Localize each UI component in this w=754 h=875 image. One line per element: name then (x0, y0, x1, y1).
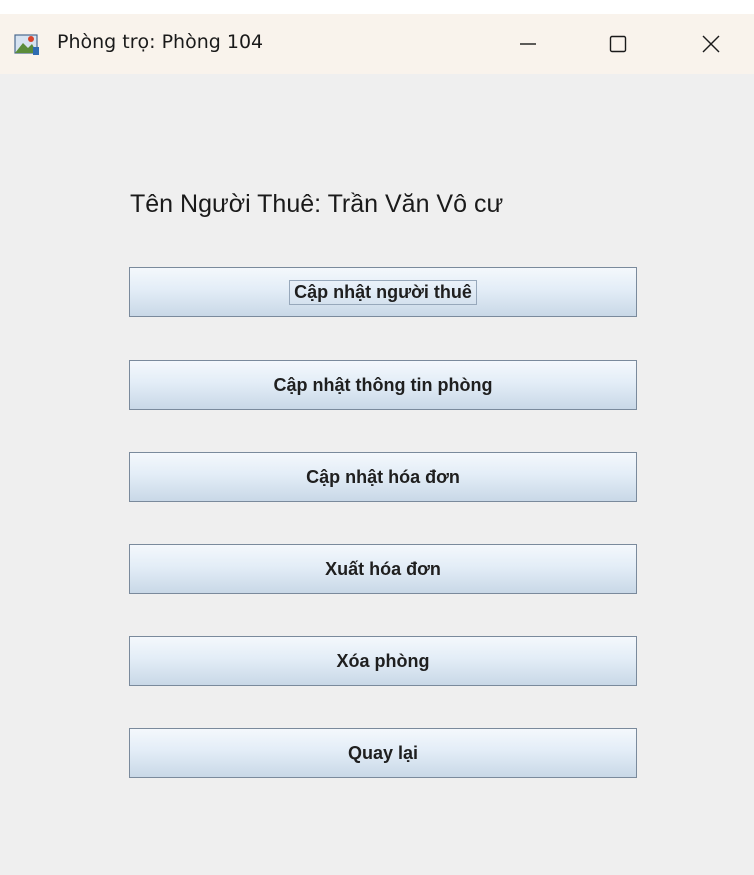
export-invoice-label: Xuất hóa đơn (325, 558, 441, 579)
top-edge (0, 0, 754, 14)
maximize-icon (608, 34, 628, 54)
tenant-name-heading: Tên Người Thuê: Trần Văn Vô cư (130, 190, 504, 218)
update-invoice-button[interactable]: Cập nhật hóa đơn (129, 452, 637, 502)
delete-room-label: Xóa phòng (336, 650, 430, 671)
back-button[interactable]: Quay lại (129, 728, 637, 778)
update-room-info-label: Cập nhật thông tin phòng (273, 374, 493, 395)
app-window: Phòng trọ: Phòng 104 Tên Người Thuê: Trầ… (0, 0, 754, 875)
update-tenant-label: Cập nhật người thuê (289, 279, 477, 305)
close-button[interactable] (668, 14, 754, 74)
update-room-info-button[interactable]: Cập nhật thông tin phòng (129, 360, 637, 410)
title-bar[interactable]: Phòng trọ: Phòng 104 (0, 14, 754, 74)
maximize-button[interactable] (578, 14, 658, 74)
back-label: Quay lại (347, 742, 419, 763)
window-title: Phòng trọ: Phòng 104 (57, 31, 264, 53)
close-icon (701, 34, 721, 54)
minimize-button[interactable] (488, 14, 568, 74)
update-tenant-button[interactable]: Cập nhật người thuê (129, 267, 637, 317)
minimize-icon (518, 34, 538, 54)
export-invoice-button[interactable]: Xuất hóa đơn (129, 544, 637, 594)
java-app-icon (14, 32, 40, 56)
update-invoice-label: Cập nhật hóa đơn (306, 466, 460, 487)
delete-room-button[interactable]: Xóa phòng (129, 636, 637, 686)
